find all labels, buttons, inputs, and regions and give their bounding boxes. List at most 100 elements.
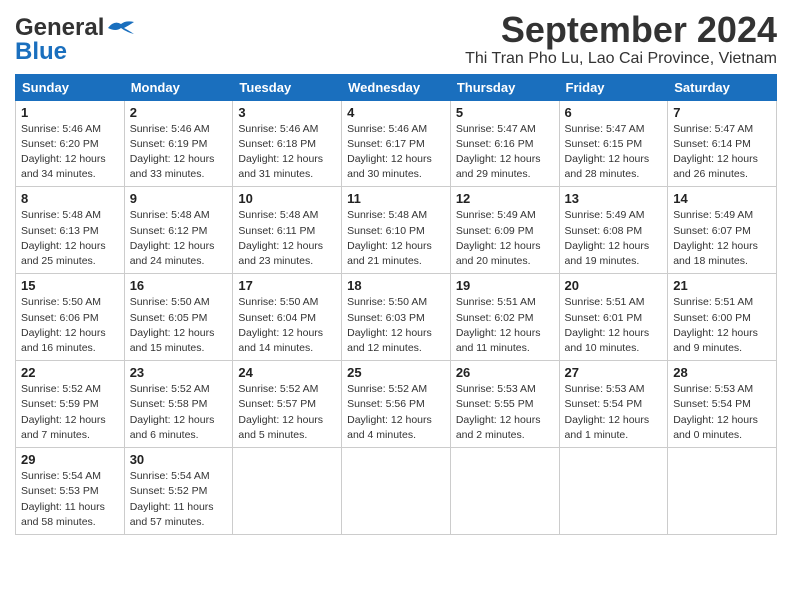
day-info: Sunrise: 5:48 AMSunset: 6:10 PMDaylight:…	[347, 208, 445, 269]
calendar-cell: 25 Sunrise: 5:52 AMSunset: 5:56 PMDaylig…	[342, 361, 451, 448]
month-title: September 2024	[465, 10, 777, 50]
calendar-cell: 6 Sunrise: 5:47 AMSunset: 6:15 PMDayligh…	[559, 100, 668, 187]
day-info: Sunrise: 5:53 AMSunset: 5:55 PMDaylight:…	[456, 382, 554, 443]
day-number: 22	[21, 365, 119, 380]
day-info: Sunrise: 5:49 AMSunset: 6:07 PMDaylight:…	[673, 208, 771, 269]
day-info: Sunrise: 5:51 AMSunset: 6:02 PMDaylight:…	[456, 295, 554, 356]
day-info: Sunrise: 5:50 AMSunset: 6:04 PMDaylight:…	[238, 295, 336, 356]
day-info: Sunrise: 5:54 AMSunset: 5:53 PMDaylight:…	[21, 469, 119, 530]
day-number: 14	[673, 191, 771, 206]
day-number: 17	[238, 278, 336, 293]
day-number: 23	[130, 365, 228, 380]
page-header: General Blue September 2024 Thi Tran Pho…	[15, 10, 777, 68]
calendar-cell: 27 Sunrise: 5:53 AMSunset: 5:54 PMDaylig…	[559, 361, 668, 448]
day-info: Sunrise: 5:54 AMSunset: 5:52 PMDaylight:…	[130, 469, 228, 530]
day-number: 16	[130, 278, 228, 293]
day-number: 18	[347, 278, 445, 293]
day-info: Sunrise: 5:53 AMSunset: 5:54 PMDaylight:…	[673, 382, 771, 443]
calendar-cell: 1 Sunrise: 5:46 AMSunset: 6:20 PMDayligh…	[16, 100, 125, 187]
day-number: 21	[673, 278, 771, 293]
calendar-cell: 7 Sunrise: 5:47 AMSunset: 6:14 PMDayligh…	[668, 100, 777, 187]
weekday-header-monday: Monday	[124, 74, 233, 100]
day-number: 27	[565, 365, 663, 380]
day-number: 26	[456, 365, 554, 380]
day-info: Sunrise: 5:52 AMSunset: 5:56 PMDaylight:…	[347, 382, 445, 443]
calendar-cell: 26 Sunrise: 5:53 AMSunset: 5:55 PMDaylig…	[450, 361, 559, 448]
day-info: Sunrise: 5:48 AMSunset: 6:13 PMDaylight:…	[21, 208, 119, 269]
calendar-cell: 9 Sunrise: 5:48 AMSunset: 6:12 PMDayligh…	[124, 187, 233, 274]
calendar-week-4: 22 Sunrise: 5:52 AMSunset: 5:59 PMDaylig…	[16, 361, 777, 448]
day-info: Sunrise: 5:49 AMSunset: 6:08 PMDaylight:…	[565, 208, 663, 269]
weekday-header-saturday: Saturday	[668, 74, 777, 100]
calendar-cell: 10 Sunrise: 5:48 AMSunset: 6:11 PMDaylig…	[233, 187, 342, 274]
calendar-week-5: 29 Sunrise: 5:54 AMSunset: 5:53 PMDaylig…	[16, 448, 777, 535]
day-number: 20	[565, 278, 663, 293]
day-info: Sunrise: 5:50 AMSunset: 6:03 PMDaylight:…	[347, 295, 445, 356]
calendar-cell: 24 Sunrise: 5:52 AMSunset: 5:57 PMDaylig…	[233, 361, 342, 448]
day-info: Sunrise: 5:49 AMSunset: 6:09 PMDaylight:…	[456, 208, 554, 269]
weekday-header-row: SundayMondayTuesdayWednesdayThursdayFrid…	[16, 74, 777, 100]
calendar-week-2: 8 Sunrise: 5:48 AMSunset: 6:13 PMDayligh…	[16, 187, 777, 274]
day-number: 4	[347, 105, 445, 120]
calendar-cell: 11 Sunrise: 5:48 AMSunset: 6:10 PMDaylig…	[342, 187, 451, 274]
day-number: 5	[456, 105, 554, 120]
day-number: 30	[130, 452, 228, 467]
calendar-cell	[450, 448, 559, 535]
weekday-header-thursday: Thursday	[450, 74, 559, 100]
calendar-cell: 20 Sunrise: 5:51 AMSunset: 6:01 PMDaylig…	[559, 274, 668, 361]
day-number: 15	[21, 278, 119, 293]
day-info: Sunrise: 5:50 AMSunset: 6:05 PMDaylight:…	[130, 295, 228, 356]
day-number: 29	[21, 452, 119, 467]
day-number: 3	[238, 105, 336, 120]
day-info: Sunrise: 5:53 AMSunset: 5:54 PMDaylight:…	[565, 382, 663, 443]
calendar-cell: 29 Sunrise: 5:54 AMSunset: 5:53 PMDaylig…	[16, 448, 125, 535]
day-info: Sunrise: 5:46 AMSunset: 6:19 PMDaylight:…	[130, 122, 228, 183]
day-number: 1	[21, 105, 119, 120]
weekday-header-friday: Friday	[559, 74, 668, 100]
day-info: Sunrise: 5:46 AMSunset: 6:17 PMDaylight:…	[347, 122, 445, 183]
day-number: 8	[21, 191, 119, 206]
weekday-header-tuesday: Tuesday	[233, 74, 342, 100]
day-number: 11	[347, 191, 445, 206]
calendar-cell: 21 Sunrise: 5:51 AMSunset: 6:00 PMDaylig…	[668, 274, 777, 361]
day-info: Sunrise: 5:46 AMSunset: 6:18 PMDaylight:…	[238, 122, 336, 183]
calendar-week-3: 15 Sunrise: 5:50 AMSunset: 6:06 PMDaylig…	[16, 274, 777, 361]
day-number: 25	[347, 365, 445, 380]
calendar-cell: 8 Sunrise: 5:48 AMSunset: 6:13 PMDayligh…	[16, 187, 125, 274]
day-info: Sunrise: 5:52 AMSunset: 5:59 PMDaylight:…	[21, 382, 119, 443]
day-number: 10	[238, 191, 336, 206]
location-title: Thi Tran Pho Lu, Lao Cai Province, Vietn…	[465, 50, 777, 68]
day-number: 28	[673, 365, 771, 380]
logo: General Blue	[15, 14, 136, 66]
day-info: Sunrise: 5:47 AMSunset: 6:14 PMDaylight:…	[673, 122, 771, 183]
day-info: Sunrise: 5:51 AMSunset: 6:01 PMDaylight:…	[565, 295, 663, 356]
day-number: 19	[456, 278, 554, 293]
calendar-cell: 12 Sunrise: 5:49 AMSunset: 6:09 PMDaylig…	[450, 187, 559, 274]
day-info: Sunrise: 5:52 AMSunset: 5:57 PMDaylight:…	[238, 382, 336, 443]
calendar-cell: 18 Sunrise: 5:50 AMSunset: 6:03 PMDaylig…	[342, 274, 451, 361]
weekday-header-wednesday: Wednesday	[342, 74, 451, 100]
day-number: 7	[673, 105, 771, 120]
calendar-cell: 22 Sunrise: 5:52 AMSunset: 5:59 PMDaylig…	[16, 361, 125, 448]
calendar-cell: 30 Sunrise: 5:54 AMSunset: 5:52 PMDaylig…	[124, 448, 233, 535]
day-info: Sunrise: 5:50 AMSunset: 6:06 PMDaylight:…	[21, 295, 119, 356]
calendar-cell: 13 Sunrise: 5:49 AMSunset: 6:08 PMDaylig…	[559, 187, 668, 274]
calendar-cell: 28 Sunrise: 5:53 AMSunset: 5:54 PMDaylig…	[668, 361, 777, 448]
day-info: Sunrise: 5:51 AMSunset: 6:00 PMDaylight:…	[673, 295, 771, 356]
day-info: Sunrise: 5:48 AMSunset: 6:11 PMDaylight:…	[238, 208, 336, 269]
logo-blue: Blue	[15, 38, 67, 66]
calendar-cell	[233, 448, 342, 535]
day-info: Sunrise: 5:46 AMSunset: 6:20 PMDaylight:…	[21, 122, 119, 183]
calendar-cell: 4 Sunrise: 5:46 AMSunset: 6:17 PMDayligh…	[342, 100, 451, 187]
day-number: 24	[238, 365, 336, 380]
calendar-cell	[342, 448, 451, 535]
logo-bird-icon	[106, 18, 136, 38]
day-number: 13	[565, 191, 663, 206]
calendar-table: SundayMondayTuesdayWednesdayThursdayFrid…	[15, 74, 777, 535]
calendar-cell: 3 Sunrise: 5:46 AMSunset: 6:18 PMDayligh…	[233, 100, 342, 187]
day-info: Sunrise: 5:52 AMSunset: 5:58 PMDaylight:…	[130, 382, 228, 443]
calendar-cell: 14 Sunrise: 5:49 AMSunset: 6:07 PMDaylig…	[668, 187, 777, 274]
calendar-cell	[668, 448, 777, 535]
day-number: 2	[130, 105, 228, 120]
calendar-cell: 15 Sunrise: 5:50 AMSunset: 6:06 PMDaylig…	[16, 274, 125, 361]
